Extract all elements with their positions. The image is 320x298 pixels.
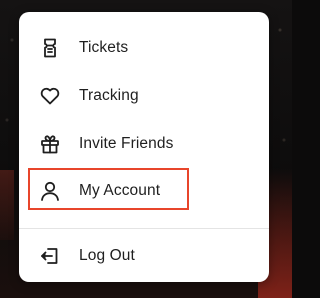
gift-icon	[39, 133, 61, 155]
menu-item-label: My Account	[79, 182, 161, 199]
menu-item-my-account[interactable]: My Account	[19, 169, 269, 213]
background-red-glow-left	[0, 170, 14, 240]
menu-item-label: Log Out	[79, 247, 135, 264]
menu-item-label: Invite Friends	[79, 135, 174, 152]
user-icon	[39, 180, 61, 202]
account-dropdown-menu: Tickets Tracking Invite Friends My Accou…	[19, 12, 269, 282]
menu-item-label: Tracking	[79, 87, 139, 104]
menu-item-tracking[interactable]: Tracking	[19, 74, 269, 118]
menu-item-log-out[interactable]: Log Out	[19, 234, 269, 278]
heart-icon	[39, 85, 61, 107]
menu-item-label: Tickets	[79, 39, 129, 56]
ticket-icon	[39, 37, 61, 59]
menu-divider	[19, 228, 269, 229]
menu-item-invite-friends[interactable]: Invite Friends	[19, 122, 269, 166]
logout-icon	[39, 245, 61, 267]
menu-item-tickets[interactable]: Tickets	[19, 26, 269, 70]
